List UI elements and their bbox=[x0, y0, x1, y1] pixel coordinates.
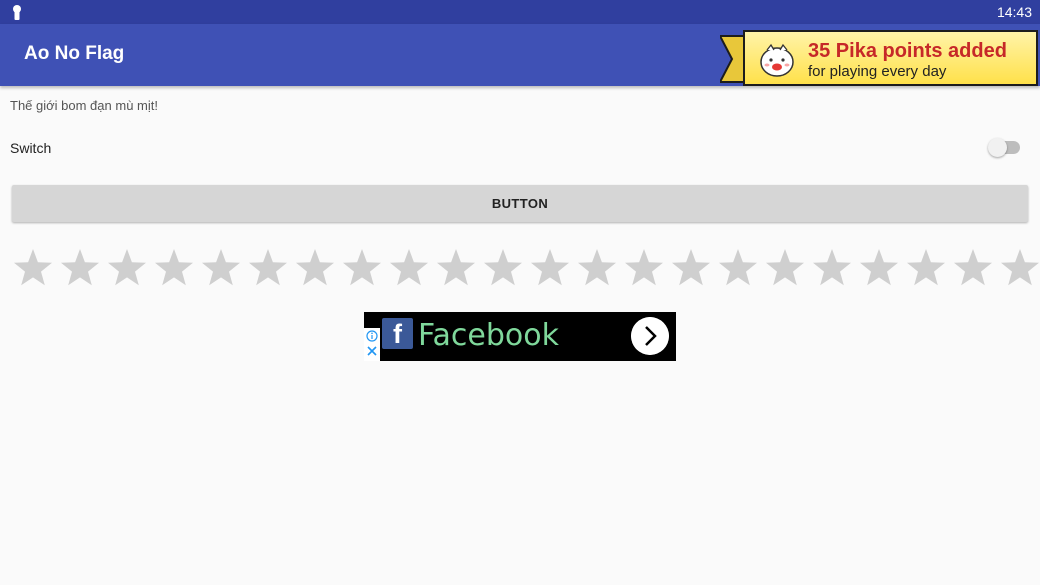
points-notification[interactable]: 35 Pika points added for playing every d… bbox=[720, 30, 1040, 88]
rating-star-icon[interactable] bbox=[108, 249, 146, 286]
rating-star-icon[interactable] bbox=[155, 249, 193, 286]
status-time: 14:43 bbox=[996, 4, 1032, 20]
switch-label: Switch bbox=[10, 140, 52, 156]
facebook-logo-icon: f bbox=[382, 318, 413, 349]
rating-star-icon[interactable] bbox=[719, 249, 757, 286]
rating-star-icon[interactable] bbox=[813, 249, 851, 286]
ad-brand: Facebook bbox=[418, 318, 559, 353]
notification-subline: for playing every day bbox=[808, 63, 947, 80]
rating-star-icon[interactable] bbox=[672, 249, 710, 286]
ad-banner[interactable]: f Facebook bbox=[364, 312, 676, 361]
rating-star-icon[interactable] bbox=[202, 249, 240, 286]
info-icon[interactable] bbox=[366, 330, 378, 342]
chevron-right-icon[interactable] bbox=[631, 317, 669, 355]
content-text: Thế giới bom đạn mù mịt! bbox=[10, 98, 158, 113]
rating-star-icon[interactable] bbox=[484, 249, 522, 286]
rating-star-icon[interactable] bbox=[954, 249, 992, 286]
rating-bar[interactable] bbox=[0, 248, 1040, 292]
keyhole-icon bbox=[13, 5, 21, 20]
app-title: Ao No Flag bbox=[24, 43, 125, 64]
status-bar: 14:43 bbox=[0, 0, 1040, 24]
rating-star-icon[interactable] bbox=[907, 249, 945, 286]
notification-headline: 35 Pika points added bbox=[808, 40, 1007, 62]
rating-star-icon[interactable] bbox=[249, 249, 287, 286]
notification-card: 35 Pika points added for playing every d… bbox=[743, 30, 1038, 86]
rating-star-icon[interactable] bbox=[437, 249, 475, 286]
rating-star-icon[interactable] bbox=[578, 249, 616, 286]
rating-star-icon[interactable] bbox=[766, 249, 804, 286]
rating-star-icon[interactable] bbox=[296, 249, 334, 286]
rating-star-icon[interactable] bbox=[860, 249, 898, 286]
rating-star-icon[interactable] bbox=[531, 249, 569, 286]
close-icon[interactable] bbox=[366, 345, 378, 357]
mascot-icon bbox=[760, 43, 794, 77]
rating-star-icon[interactable] bbox=[625, 249, 663, 286]
rating-star-icon[interactable] bbox=[14, 249, 52, 286]
rating-star-icon[interactable] bbox=[343, 249, 381, 286]
switch-toggle[interactable] bbox=[988, 138, 1007, 157]
rating-star-icon[interactable] bbox=[1001, 249, 1039, 286]
rating-star-icon[interactable] bbox=[390, 249, 428, 286]
main-button[interactable]: BUTTON bbox=[12, 185, 1028, 222]
rating-star-icon[interactable] bbox=[61, 249, 99, 286]
main-button-label: BUTTON bbox=[491, 196, 549, 211]
